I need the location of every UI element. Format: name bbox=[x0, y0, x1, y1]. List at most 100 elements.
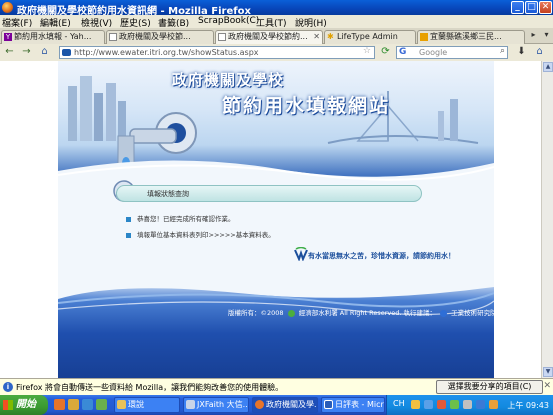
notification-message: Firefox 將會自動傳送一些資料給 Mozilla，讓我們能夠改善您的使用體… bbox=[16, 383, 284, 392]
home-page-icon[interactable]: ⌂ bbox=[533, 46, 546, 59]
tray-icon[interactable] bbox=[476, 400, 485, 409]
tray-icon[interactable] bbox=[450, 400, 459, 409]
site-icon bbox=[62, 49, 71, 56]
message-print-link[interactable]: 填報單位基本資料表列印>>>>>基本資料表。 bbox=[126, 229, 275, 239]
tab-ewater-active[interactable]: 政府機關及學校節約... ✕ bbox=[215, 30, 323, 44]
task-word[interactable]: 日評表 - Micro... bbox=[321, 397, 385, 413]
windows-taskbar: 開始 環說 JXFaith 大信... 政府機關及學... 日評表 - Micr… bbox=[0, 395, 553, 415]
task-label: JXFaith 大信... bbox=[197, 400, 249, 409]
url-bar[interactable]: http://www.ewater.itri.org.tw/showStatus… bbox=[59, 46, 375, 59]
slogan-text: 有水當思無水之苦，珍惜水資源，請節約用水！ bbox=[308, 252, 455, 260]
system-tray: CH 上午 09:43 bbox=[386, 395, 553, 415]
message-text[interactable]: 填報單位基本資料表列印>>>>>基本資料表。 bbox=[137, 231, 275, 239]
tab-label: LifeType Admin bbox=[337, 32, 398, 41]
vertical-scrollbar[interactable]: ▲ ▼ bbox=[541, 61, 553, 378]
tray-icon[interactable] bbox=[489, 400, 498, 409]
url-text: http://www.ewater.itri.org.tw/showStatus… bbox=[74, 48, 259, 57]
quicklaunch-firefox-icon[interactable] bbox=[54, 399, 65, 410]
tab-label: 政府機關及學校節... bbox=[119, 32, 191, 41]
status-query-bar: 填報狀態查詢 bbox=[116, 185, 422, 202]
tray-icon[interactable] bbox=[463, 400, 472, 409]
search-placeholder: Google bbox=[419, 48, 448, 57]
task-folder[interactable]: 環說 bbox=[114, 397, 180, 413]
tab-bar: Y 節約用水填報 - Yah... 政府機關及學校節... 政府機關及學校節約.… bbox=[0, 28, 553, 44]
quicklaunch-folder-icon[interactable] bbox=[68, 399, 79, 410]
task-label: 環說 bbox=[128, 400, 144, 409]
minimize-button[interactable]: _ bbox=[511, 1, 524, 14]
tab-label: 政府機關及學校節約... bbox=[228, 32, 308, 41]
exec-org-text: 工業技術研究院 bbox=[451, 309, 494, 317]
firefox-icon bbox=[2, 2, 13, 13]
site-footer: 版權所有：©2008 經濟部水利署 All Right Reserved. 執行… bbox=[58, 279, 494, 378]
task-jxfaith[interactable]: JXFaith 大信... bbox=[183, 397, 249, 413]
tab-ewater-1[interactable]: 政府機關及學校節... bbox=[106, 30, 214, 44]
notification-bar: i Firefox 將會自動傳送一些資料給 Mozilla，讓我們能夠改善您的使… bbox=[0, 378, 553, 395]
forward-icon[interactable]: → bbox=[20, 46, 33, 59]
quicklaunch-app-icon[interactable] bbox=[96, 399, 107, 410]
web-content: 政府機關及學校 節約用水填報網站 填報狀態查詢 恭喜您！已經完成所有確認作業。 … bbox=[0, 61, 553, 378]
banner-title-line2: 節約用水填報網站 bbox=[222, 95, 391, 117]
tray-icon[interactable] bbox=[437, 400, 446, 409]
window-titlebar: 政府機關及學校節約用水資訊網 - Mozilla Firefox _ □ ✕ bbox=[0, 0, 553, 17]
task-label: 政府機關及學... bbox=[266, 400, 318, 409]
tab-yahoo[interactable]: Y 節約用水填報 - Yah... bbox=[1, 30, 105, 44]
menu-scrapbook[interactable]: ScrapBook(C) bbox=[198, 16, 259, 26]
page-icon bbox=[218, 33, 226, 41]
go-icon[interactable]: ⟳ bbox=[379, 46, 392, 59]
footer-copyright: 版權所有：©2008 經濟部水利署 All Right Reserved. 執行… bbox=[228, 307, 494, 317]
start-button[interactable]: 開始 bbox=[0, 395, 48, 415]
scroll-up-icon[interactable]: ▲ bbox=[543, 62, 553, 72]
start-label: 開始 bbox=[16, 399, 36, 410]
tab-list-icon[interactable]: ▾ bbox=[541, 30, 552, 42]
message-text: 恭喜您！已經完成所有確認作業。 bbox=[137, 215, 235, 223]
task-firefox[interactable]: 政府機關及學... bbox=[252, 397, 318, 413]
language-indicator[interactable]: CH bbox=[393, 399, 405, 408]
download-icon[interactable]: ⬇ bbox=[515, 46, 528, 59]
message-completed: 恭喜您！已經完成所有確認作業。 bbox=[126, 213, 235, 223]
search-engine-icon[interactable]: G bbox=[399, 47, 406, 58]
scroll-down-icon[interactable]: ▼ bbox=[543, 367, 553, 377]
page-icon bbox=[109, 33, 117, 41]
water-logo-icon bbox=[294, 247, 308, 261]
tab-close-icon[interactable]: ✕ bbox=[313, 31, 320, 43]
choose-share-button[interactable]: 選擇我要分享的項目(C) bbox=[436, 380, 543, 394]
menu-bar: 檔案(F) 編輯(E) 檢視(V) 歷史(S) 書籤(B) ScrapBook(… bbox=[0, 15, 553, 29]
site-banner: 政府機關及學校 節約用水填報網站 bbox=[58, 61, 494, 201]
notification-close-icon[interactable]: ✕ bbox=[543, 381, 551, 391]
status-query-label: 填報狀態查詢 bbox=[147, 190, 189, 198]
tab-label: 宜蘭縣礁溪鄉三民... bbox=[430, 32, 502, 41]
folder-icon bbox=[117, 400, 126, 409]
search-box[interactable]: G Google ⌕ bbox=[396, 46, 508, 59]
wra-logo-icon bbox=[287, 309, 295, 317]
lifetype-icon: ✱ bbox=[327, 32, 334, 41]
itri-logo-icon bbox=[440, 309, 448, 317]
quicklaunch-ie-icon[interactable] bbox=[82, 399, 93, 410]
app-icon bbox=[186, 400, 195, 409]
tab-label: 節約用水填報 - Yah... bbox=[14, 32, 92, 41]
copyright-text: 版權所有：©2008 bbox=[228, 309, 284, 317]
banner-title-line1: 政府機關及學校 bbox=[172, 71, 285, 89]
navigation-bar: ← → ⌂ http://www.ewater.itri.org.tw/show… bbox=[0, 44, 553, 61]
clock: 上午 09:43 bbox=[507, 401, 549, 410]
windows-flag-icon bbox=[3, 400, 13, 410]
tab-yilan[interactable]: 宜蘭縣礁溪鄉三民... bbox=[417, 30, 525, 44]
bookmark-star-icon[interactable]: ☆ bbox=[363, 46, 371, 57]
bullet-icon bbox=[126, 232, 131, 238]
info-icon: i bbox=[3, 382, 13, 392]
tray-icon[interactable] bbox=[411, 400, 420, 409]
search-icon[interactable]: ⌕ bbox=[500, 46, 505, 57]
firefox-icon bbox=[255, 400, 264, 409]
page-icon bbox=[420, 33, 428, 41]
home-icon[interactable]: ⌂ bbox=[38, 46, 51, 59]
rights-text: All Right Reserved. 執行建議： bbox=[339, 309, 436, 317]
tray-icon[interactable] bbox=[424, 400, 433, 409]
close-button[interactable]: ✕ bbox=[539, 1, 552, 14]
maximize-button[interactable]: □ bbox=[525, 1, 538, 14]
back-icon[interactable]: ← bbox=[3, 46, 16, 59]
tab-lifetype[interactable]: ✱ LifeType Admin bbox=[324, 30, 416, 44]
org-text: 經濟部水利署 bbox=[298, 309, 338, 317]
tab-scroll-icon[interactable]: ▸ bbox=[528, 30, 539, 42]
ewater-page: 政府機關及學校 節約用水填報網站 填報狀態查詢 恭喜您！已經完成所有確認作業。 … bbox=[58, 61, 494, 378]
bullet-icon bbox=[126, 216, 131, 222]
yahoo-icon: Y bbox=[4, 33, 12, 41]
